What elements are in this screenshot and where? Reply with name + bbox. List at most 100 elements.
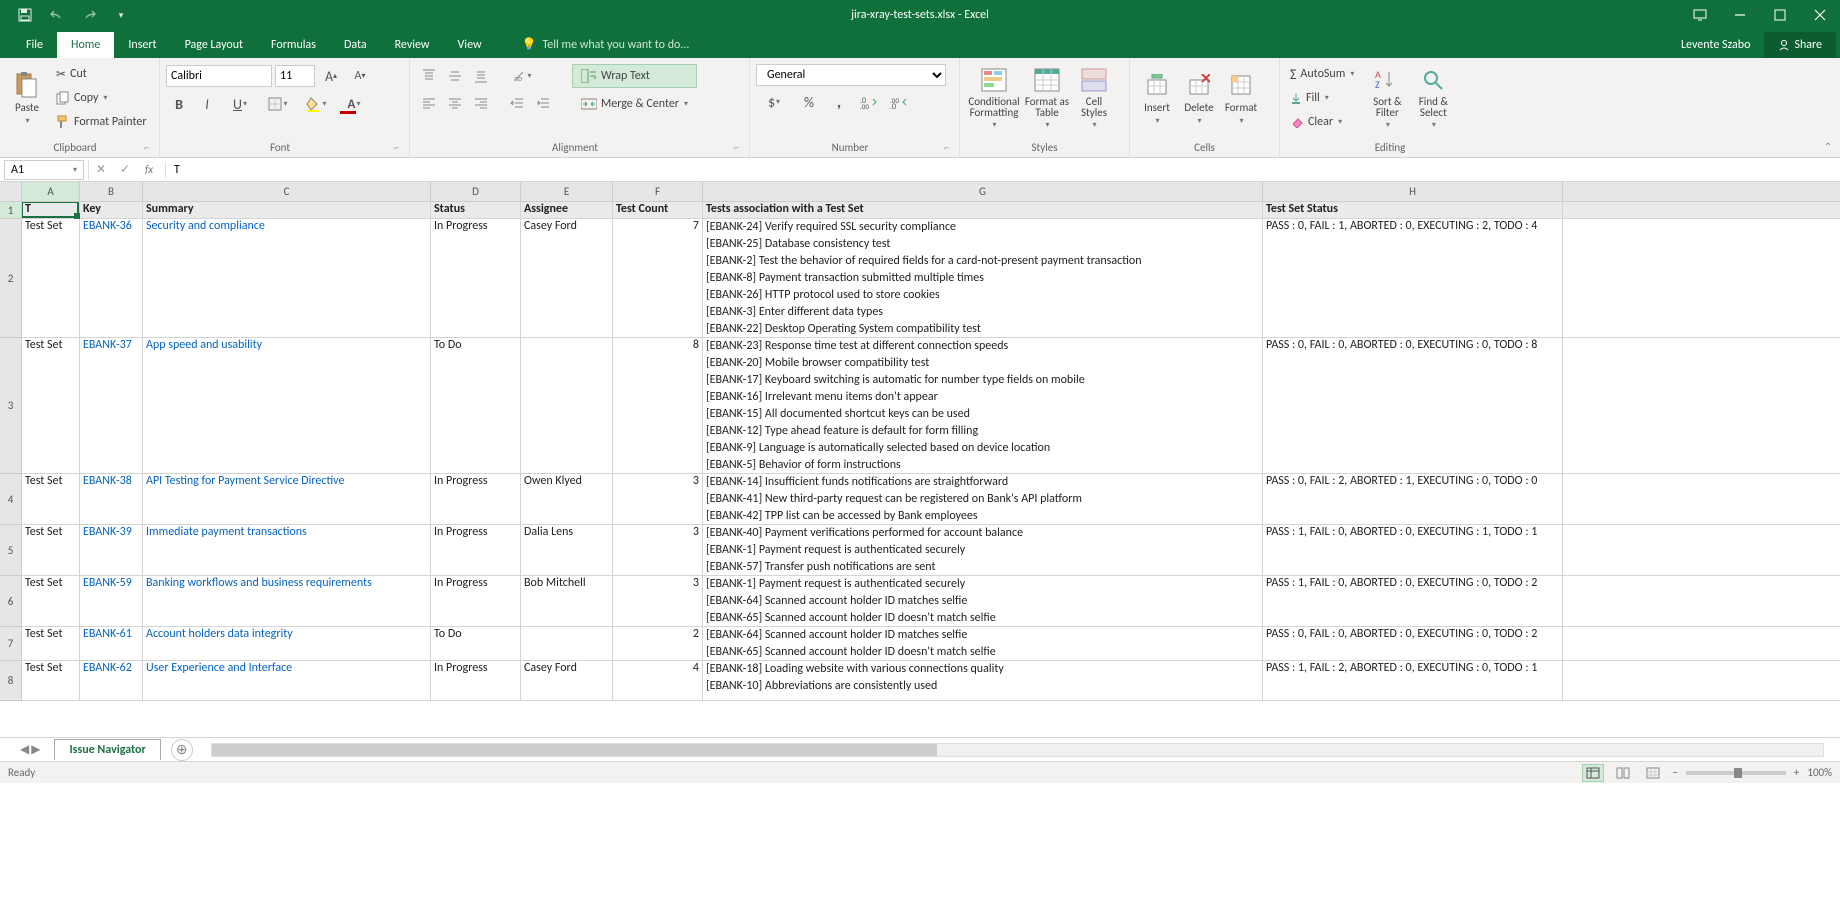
header-cell[interactable]: Status (431, 202, 521, 219)
number-format-select[interactable]: General (756, 64, 946, 86)
clear-button[interactable]: Clear▾ (1286, 110, 1358, 134)
cell[interactable]: Owen Klyed (521, 474, 613, 525)
cancel-formula-icon[interactable]: ✕ (89, 159, 113, 181)
align-top-icon[interactable] (416, 64, 442, 88)
cell[interactable]: 3 (613, 474, 703, 525)
maximize-icon[interactable] (1760, 0, 1800, 30)
decrease-decimal-icon[interactable]: .00.0 (886, 90, 912, 114)
sort-filter-button[interactable]: AZ Sort & Filter▾ (1364, 62, 1410, 134)
format-painter-button[interactable]: Format Painter (52, 110, 151, 134)
scroll-thumb[interactable] (212, 744, 937, 756)
undo-icon[interactable] (42, 2, 72, 28)
cell[interactable]: Banking workflows and business requireme… (143, 576, 431, 627)
cell[interactable]: In Progress (431, 474, 521, 525)
cell[interactable]: 2 (613, 627, 703, 661)
copy-button[interactable]: Copy▾ (52, 86, 151, 110)
cell[interactable]: App speed and usability (143, 338, 431, 474)
delete-cells-button[interactable]: Delete▾ (1178, 62, 1220, 134)
decrease-indent-icon[interactable] (504, 92, 530, 116)
header-cell[interactable]: T (22, 202, 80, 219)
align-right-icon[interactable] (468, 92, 494, 116)
align-center-icon[interactable] (442, 92, 468, 116)
cell[interactable]: EBANK-37 (80, 338, 143, 474)
cell[interactable]: [EBANK-40] Payment verifications perform… (703, 525, 1263, 576)
page-break-view-icon[interactable] (1642, 764, 1664, 782)
cell[interactable]: [EBANK-14] Insufficient funds notificati… (703, 474, 1263, 525)
cell[interactable]: Account holders data integrity (143, 627, 431, 661)
increase-indent-icon[interactable] (530, 92, 556, 116)
fx-icon[interactable]: fx (137, 159, 161, 181)
underline-button[interactable]: U▾ (222, 92, 258, 116)
column-header[interactable]: C (143, 182, 431, 201)
cell[interactable]: 3 (613, 576, 703, 627)
orientation-icon[interactable]: ab▾ (504, 64, 540, 88)
zoom-in-icon[interactable]: + (1794, 766, 1799, 779)
row-header[interactable]: 2 (0, 219, 22, 338)
cell[interactable]: [EBANK-24] Verify required SSL security … (703, 219, 1263, 338)
decrease-font-icon[interactable]: A▾ (347, 64, 373, 88)
header-cell[interactable]: Test Set Status (1263, 202, 1563, 219)
cell[interactable]: Test Set (22, 474, 80, 525)
cell[interactable]: In Progress (431, 576, 521, 627)
enter-formula-icon[interactable]: ✓ (113, 159, 137, 181)
autosum-button[interactable]: ΣAutoSum▾ (1286, 62, 1358, 86)
cell[interactable] (521, 338, 613, 474)
header-cell[interactable]: Tests association with a Test Set (703, 202, 1263, 219)
cell[interactable]: EBANK-62 (80, 661, 143, 701)
bold-button[interactable]: B (166, 92, 192, 116)
row-header[interactable]: 5 (0, 525, 22, 576)
cell[interactable]: In Progress (431, 661, 521, 701)
formula-input[interactable] (165, 162, 1840, 178)
dialog-launcher-icon[interactable]: ⌐ (944, 141, 949, 154)
dialog-launcher-icon[interactable]: ⌐ (734, 141, 739, 154)
column-header[interactable]: D (431, 182, 521, 201)
account-name[interactable]: Levente Szabo (1667, 32, 1764, 58)
cell[interactable]: 4 (613, 661, 703, 701)
close-icon[interactable] (1800, 0, 1840, 30)
row-header[interactable]: 4 (0, 474, 22, 525)
column-header[interactable]: G (703, 182, 1263, 201)
column-header[interactable]: E (521, 182, 613, 201)
horizontal-scrollbar[interactable] (211, 743, 1824, 757)
cell[interactable]: [EBANK-23] Response time test at differe… (703, 338, 1263, 474)
insert-cells-button[interactable]: Insert▾ (1136, 62, 1178, 134)
tab-insert[interactable]: Insert (114, 32, 170, 58)
zoom-thumb[interactable] (1734, 768, 1742, 778)
row-header[interactable]: 1 (0, 202, 22, 219)
cell[interactable]: Security and compliance (143, 219, 431, 338)
tab-review[interactable]: Review (381, 32, 444, 58)
row-header[interactable]: 3 (0, 338, 22, 474)
zoom-level[interactable]: 100% (1807, 766, 1832, 779)
cell[interactable]: Test Set (22, 576, 80, 627)
column-header[interactable]: B (80, 182, 143, 201)
cell[interactable]: To Do (431, 338, 521, 474)
format-as-table-button[interactable]: Format as Table▾ (1022, 62, 1072, 134)
row-header[interactable]: 6 (0, 576, 22, 627)
cell[interactable]: EBANK-39 (80, 525, 143, 576)
cell[interactable] (521, 627, 613, 661)
borders-button[interactable]: ▾ (260, 92, 296, 116)
cell[interactable]: EBANK-61 (80, 627, 143, 661)
currency-icon[interactable]: $▾ (756, 90, 792, 114)
redo-icon[interactable] (74, 2, 104, 28)
cell[interactable]: In Progress (431, 219, 521, 338)
share-button[interactable]: Share (1764, 32, 1836, 58)
italic-button[interactable]: I (194, 92, 220, 116)
cell[interactable]: PASS : 0, FAIL : 0, ABORTED : 0, EXECUTI… (1263, 627, 1563, 661)
conditional-formatting-button[interactable]: Conditional Formatting▾ (966, 62, 1022, 134)
increase-font-icon[interactable]: A▴ (318, 64, 344, 88)
cell[interactable]: Immediate payment transactions (143, 525, 431, 576)
cell[interactable]: API Testing for Payment Service Directiv… (143, 474, 431, 525)
font-size-input[interactable] (275, 65, 315, 87)
cell[interactable]: EBANK-36 (80, 219, 143, 338)
format-cells-button[interactable]: Format▾ (1220, 62, 1262, 134)
tab-page-layout[interactable]: Page Layout (171, 32, 257, 58)
percent-icon[interactable]: % (796, 90, 822, 114)
save-icon[interactable] (10, 2, 40, 28)
column-header[interactable]: H (1263, 182, 1563, 201)
tab-view[interactable]: View (444, 32, 496, 58)
cell[interactable]: In Progress (431, 525, 521, 576)
align-left-icon[interactable] (416, 92, 442, 116)
cell[interactable]: User Experience and Interface (143, 661, 431, 701)
font-name-input[interactable] (166, 65, 272, 87)
